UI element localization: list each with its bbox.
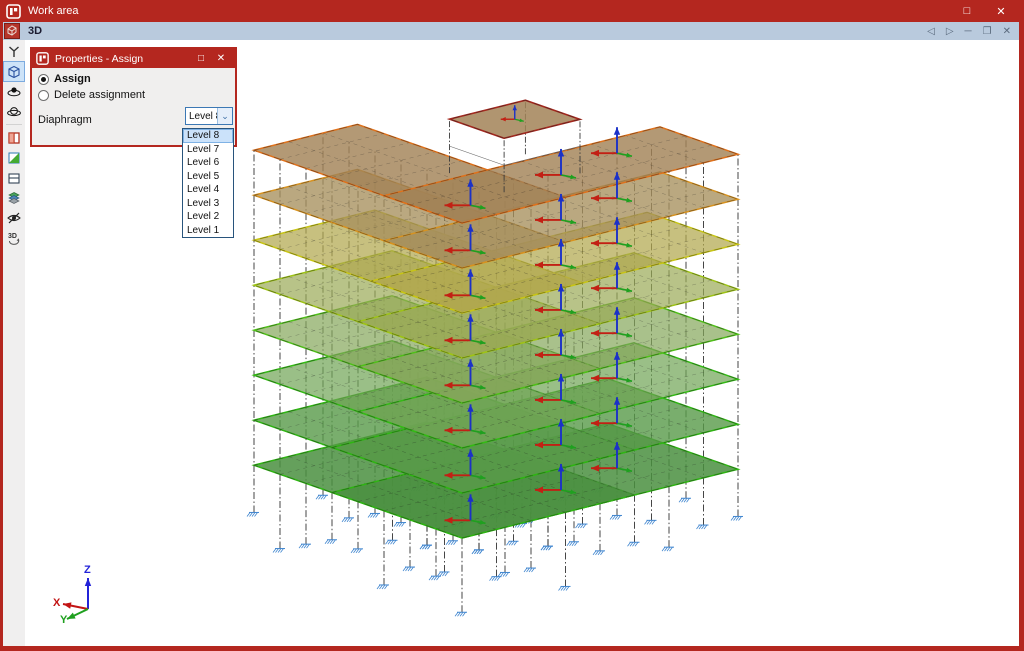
- window-frame-right: [1019, 22, 1024, 651]
- window-title: Work area: [28, 5, 79, 17]
- radio-row-assign[interactable]: Assign: [38, 73, 91, 85]
- dropdown-item-level-2[interactable]: Level 2: [183, 210, 233, 224]
- maximize-button[interactable]: □: [950, 0, 984, 22]
- isometric-axes-icon[interactable]: [4, 42, 24, 61]
- diaphragm-field-label: Diaphragm: [38, 114, 92, 126]
- child-minimize-button[interactable]: ─: [965, 26, 972, 37]
- radio-assign-label: Assign: [54, 73, 91, 85]
- dropdown-item-level-6[interactable]: Level 6: [183, 156, 233, 170]
- window-frame-bottom: [0, 646, 1024, 651]
- select-3d-box-icon[interactable]: [3, 61, 25, 82]
- rotate-3d-icon[interactable]: 3D: [4, 228, 24, 247]
- child-close-button[interactable]: ✕: [1003, 26, 1011, 37]
- orbit-point-icon[interactable]: [4, 82, 24, 101]
- hide-entities-icon[interactable]: [4, 208, 24, 227]
- dropdown-item-level-5[interactable]: Level 5: [183, 170, 233, 184]
- nav-back-button[interactable]: ◁: [927, 26, 935, 37]
- window-frame-left: [0, 22, 3, 651]
- view-toolbar: 3D: [3, 40, 25, 646]
- dialog-app-icon: [36, 52, 49, 65]
- section-frame-icon[interactable]: [4, 168, 24, 187]
- orbit-sphere-icon[interactable]: [4, 102, 24, 121]
- tab-3d-label[interactable]: 3D: [28, 25, 42, 37]
- 3d-view-icon[interactable]: [4, 23, 20, 39]
- view-tabbar: 3D ◁ ▷ ─ ❐ ✕: [3, 22, 1019, 40]
- diaphragm-combobox[interactable]: Level 8 ⌄: [185, 107, 233, 125]
- axis-z-label: Z: [84, 564, 91, 576]
- dropdown-item-level-3[interactable]: Level 3: [183, 197, 233, 211]
- dialog-titlebar[interactable]: Properties - Assign □ ✕: [32, 49, 235, 68]
- dialog-close-button[interactable]: ✕: [211, 49, 231, 68]
- child-restore-button[interactable]: ❐: [983, 26, 992, 37]
- dropdown-item-level-7[interactable]: Level 7: [183, 143, 233, 157]
- layers-icon[interactable]: [4, 188, 24, 207]
- window-titlebar[interactable]: Work area □ ✕: [0, 0, 1024, 22]
- app-icon: [6, 3, 21, 19]
- toolbar-separator: [6, 124, 22, 125]
- dialog-maximize-button[interactable]: □: [191, 49, 211, 68]
- close-button[interactable]: ✕: [984, 0, 1018, 22]
- application-window: { "window": { "title": "Work area", "con…: [0, 0, 1024, 651]
- chevron-down-icon[interactable]: ⌄: [217, 108, 232, 124]
- dropdown-item-level-4[interactable]: Level 4: [183, 183, 233, 197]
- dropdown-item-level-1[interactable]: Level 1: [183, 224, 233, 238]
- render-box-icon[interactable]: [4, 128, 24, 147]
- diaphragm-dropdown-list: Level 8 Level 7 Level 6 Level 5 Level 4 Level…: [182, 128, 234, 238]
- svg-text:3D: 3D: [8, 233, 17, 240]
- shade-view-icon[interactable]: [4, 148, 24, 167]
- axis-y-label: Y: [60, 614, 68, 626]
- dropdown-item-level-8[interactable]: Level 8: [183, 129, 233, 143]
- dialog-title: Properties - Assign: [55, 52, 144, 65]
- radio-row-delete-assignment[interactable]: Delete assignment: [38, 89, 145, 101]
- radio-delete-assignment-label: Delete assignment: [54, 89, 146, 101]
- radio-delete-assignment[interactable]: [38, 89, 49, 101]
- radio-assign[interactable]: [38, 73, 49, 85]
- axis-x-label: X: [53, 597, 61, 609]
- nav-forward-button[interactable]: ▷: [946, 26, 954, 37]
- combobox-value: Level 8: [189, 111, 217, 122]
